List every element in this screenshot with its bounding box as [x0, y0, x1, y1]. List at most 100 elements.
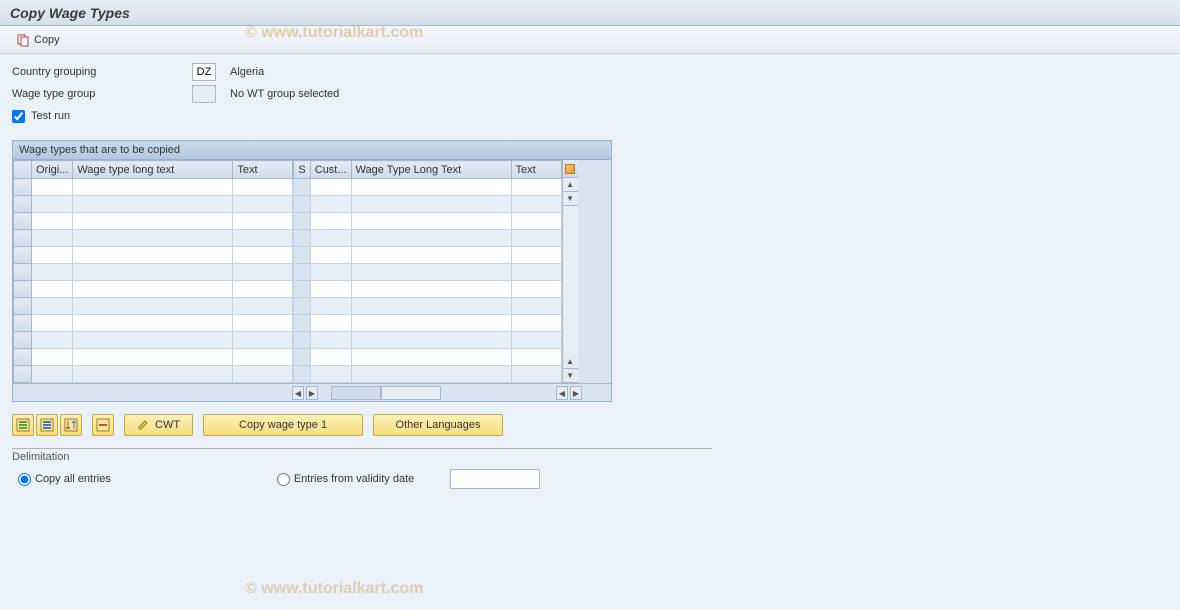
table-row[interactable] [294, 298, 561, 315]
cell-wage-long2[interactable] [351, 349, 511, 366]
vertical-scrollbar[interactable]: ▲ ▼ ▲ ▼ [562, 160, 578, 383]
cell-status[interactable] [294, 298, 310, 315]
row-selector[interactable] [14, 298, 32, 315]
hscroll-left-arrow-l[interactable]: ◀ [292, 386, 304, 400]
table-row[interactable] [294, 332, 561, 349]
table-row[interactable] [294, 247, 561, 264]
copy-button[interactable]: Copy [10, 31, 66, 49]
cell-wage-long[interactable] [73, 366, 233, 383]
cell-cust[interactable] [310, 366, 351, 383]
cell-text1[interactable] [233, 332, 293, 349]
cell-cust[interactable] [310, 298, 351, 315]
cell-text2[interactable] [511, 213, 561, 230]
cell-text2[interactable] [511, 230, 561, 247]
cell-status[interactable] [294, 366, 310, 383]
cell-text2[interactable] [511, 315, 561, 332]
cell-cust[interactable] [310, 179, 351, 196]
scroll-up2-icon[interactable]: ▲ [563, 355, 578, 369]
cell-origi[interactable] [32, 349, 73, 366]
cell-wage-long2[interactable] [351, 196, 511, 213]
cell-text2[interactable] [511, 332, 561, 349]
cell-wage-long2[interactable] [351, 315, 511, 332]
cell-text2[interactable] [511, 247, 561, 264]
row-selector[interactable] [14, 366, 32, 383]
deselect-all-button[interactable] [36, 414, 58, 436]
copy-all-entries-option[interactable]: Copy all entries [18, 473, 111, 486]
cell-cust[interactable] [310, 332, 351, 349]
cell-text1[interactable] [233, 247, 293, 264]
hscroll-track[interactable] [381, 386, 441, 400]
cell-wage-long[interactable] [73, 315, 233, 332]
cell-text1[interactable] [233, 179, 293, 196]
table-row[interactable] [14, 230, 293, 247]
cell-origi[interactable] [32, 315, 73, 332]
country-grouping-input[interactable] [192, 63, 216, 81]
cell-wage-long[interactable] [73, 247, 233, 264]
row-selector[interactable] [14, 332, 32, 349]
cell-origi[interactable] [32, 332, 73, 349]
cell-status[interactable] [294, 247, 310, 264]
cell-origi[interactable] [32, 298, 73, 315]
cell-wage-long[interactable] [73, 349, 233, 366]
cell-status[interactable] [294, 230, 310, 247]
cell-origi[interactable] [32, 213, 73, 230]
cell-text1[interactable] [233, 196, 293, 213]
scroll-down-icon[interactable]: ▼ [563, 192, 578, 206]
table-row[interactable] [294, 196, 561, 213]
hscroll-right[interactable]: ◀ ▶ [555, 384, 595, 402]
entries-from-date-radio[interactable] [277, 473, 290, 486]
test-run-checkbox[interactable] [12, 110, 25, 123]
cell-wage-long[interactable] [73, 298, 233, 315]
cell-cust[interactable] [310, 247, 351, 264]
cell-wage-long2[interactable] [351, 332, 511, 349]
table-row[interactable] [14, 213, 293, 230]
cell-wage-long2[interactable] [351, 298, 511, 315]
cell-wage-long[interactable] [73, 230, 233, 247]
row-selector[interactable] [14, 247, 32, 264]
cell-origi[interactable] [32, 230, 73, 247]
cell-text1[interactable] [233, 264, 293, 281]
cell-cust[interactable] [310, 213, 351, 230]
cell-cust[interactable] [310, 230, 351, 247]
entries-from-date-option[interactable]: Entries from validity date [277, 473, 414, 486]
row-selector[interactable] [14, 315, 32, 332]
table-row[interactable] [14, 332, 293, 349]
cell-status[interactable] [294, 213, 310, 230]
row-selector[interactable] [14, 349, 32, 366]
cell-status[interactable] [294, 179, 310, 196]
col-s[interactable]: S [294, 161, 310, 179]
cell-cust[interactable] [310, 281, 351, 298]
table-row[interactable] [294, 315, 561, 332]
cell-text1[interactable] [233, 298, 293, 315]
col-cust[interactable]: Cust... [310, 161, 351, 179]
hscroll-mid[interactable] [331, 384, 441, 402]
table-row[interactable] [294, 264, 561, 281]
hscroll-thumb[interactable] [331, 386, 381, 400]
cell-wage-long2[interactable] [351, 264, 511, 281]
cell-text2[interactable] [511, 349, 561, 366]
cell-text2[interactable] [511, 264, 561, 281]
row-selector[interactable] [14, 213, 32, 230]
cell-wage-long2[interactable] [351, 247, 511, 264]
cell-text1[interactable] [233, 349, 293, 366]
cell-text1[interactable] [233, 230, 293, 247]
cell-wage-long2[interactable] [351, 366, 511, 383]
cell-cust[interactable] [310, 349, 351, 366]
cell-status[interactable] [294, 349, 310, 366]
table-config-icon[interactable] [563, 160, 578, 178]
cell-status[interactable] [294, 281, 310, 298]
cell-wage-long[interactable] [73, 264, 233, 281]
cell-wage-long[interactable] [73, 196, 233, 213]
hscroll-right-arrow-r[interactable]: ▶ [570, 386, 582, 400]
cell-text1[interactable] [233, 281, 293, 298]
cell-origi[interactable] [32, 196, 73, 213]
row-selector[interactable] [14, 196, 32, 213]
copy-wage-type-1-button[interactable]: Copy wage type 1 [203, 414, 363, 436]
table-row[interactable] [294, 179, 561, 196]
cell-cust[interactable] [310, 264, 351, 281]
cell-origi[interactable] [32, 366, 73, 383]
other-languages-button[interactable]: Other Languages [373, 414, 503, 436]
hscroll-right-arrow-l[interactable]: ◀ [556, 386, 568, 400]
table-row[interactable] [14, 298, 293, 315]
cell-text2[interactable] [511, 196, 561, 213]
